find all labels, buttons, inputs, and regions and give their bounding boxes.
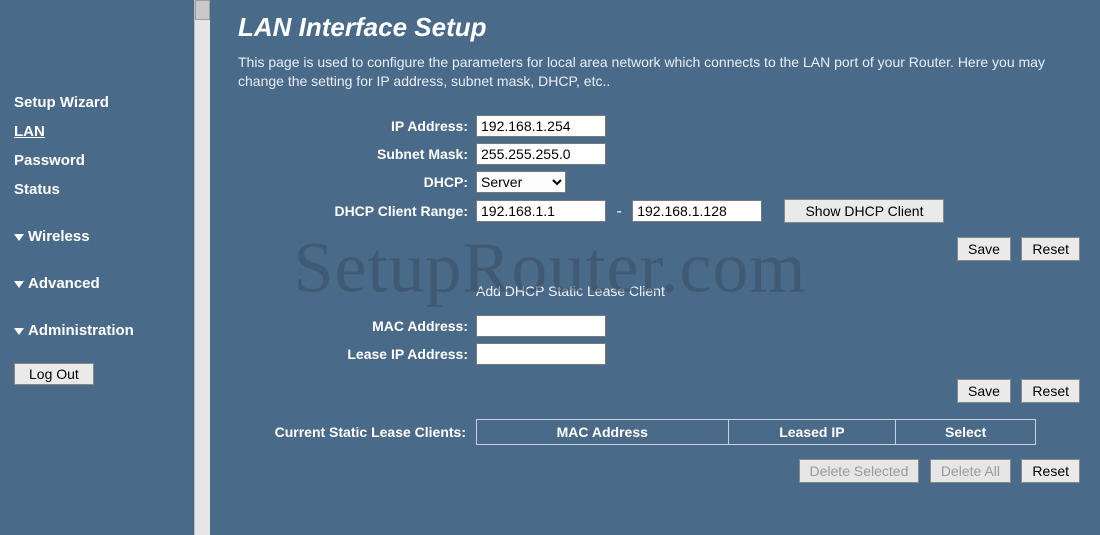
sidebar: Setup Wizard LAN Password Status Wireles… [0,0,210,535]
sidebar-scrollbar-thumb[interactable] [195,0,210,20]
nav-group-administration[interactable]: Administration [14,316,196,345]
page-title: LAN Interface Setup [238,12,1080,43]
nav-password[interactable]: Password [14,146,196,175]
nav-setup-wizard[interactable]: Setup Wizard [14,88,196,117]
col-mac-header: MAC Address [477,419,729,444]
logout-button[interactable]: Log Out [14,363,94,385]
delete-selected-button[interactable]: Delete Selected [799,459,920,483]
nav-group-advanced-label: Advanced [28,275,100,292]
dhcp-range-separator: - [610,203,627,220]
lease-ip-input[interactable] [476,343,606,365]
col-select-header: Select [896,419,1036,444]
current-clients-buttons: Delete Selected Delete All Reset [238,459,1080,483]
current-clients-label: Current Static Lease Clients: [238,419,476,445]
dhcp-range-label: DHCP Client Range: [238,199,476,223]
app-layout: Setup Wizard LAN Password Status Wireles… [0,0,1100,535]
subnet-mask-input[interactable] [476,143,606,165]
ip-address-input[interactable] [476,115,606,137]
static-lease-form: Add DHCP Static Lease Client MAC Address… [238,277,1080,371]
nav-group-wireless-label: Wireless [28,228,90,245]
mac-address-label: MAC Address: [238,315,476,337]
main-content: LAN Interface Setup This page is used to… [210,0,1100,535]
static-lease-section-title: Add DHCP Static Lease Client [476,283,1080,299]
dhcp-range-to-input[interactable] [632,200,762,222]
nav-group-administration-label: Administration [28,322,134,339]
show-dhcp-client-button[interactable]: Show DHCP Client [784,199,944,223]
static-lease-save-button[interactable]: Save [957,379,1011,403]
page-description: This page is used to configure the param… [238,53,1080,91]
nav-group-advanced[interactable]: Advanced [14,269,196,298]
lan-form-buttons: Save Reset [238,237,1080,261]
lan-form: IP Address: Subnet Mask: DHCP: Server [238,109,1080,229]
sidebar-scrollbar[interactable] [194,0,210,535]
nav-lan[interactable]: LAN [14,117,196,146]
mac-address-input[interactable] [476,315,606,337]
dhcp-range-from-input[interactable] [476,200,606,222]
static-lease-reset-button[interactable]: Reset [1021,379,1080,403]
current-clients-table: MAC Address Leased IP Select [476,419,1036,445]
current-clients-row: Current Static Lease Clients: MAC Addres… [238,419,1080,445]
delete-all-button[interactable]: Delete All [930,459,1011,483]
lease-ip-label: Lease IP Address: [238,343,476,365]
lan-save-button[interactable]: Save [957,237,1011,261]
chevron-down-icon [14,234,24,241]
lan-reset-button[interactable]: Reset [1021,237,1080,261]
static-lease-buttons: Save Reset [238,379,1080,403]
nav-group-wireless[interactable]: Wireless [14,222,196,251]
col-leased-ip-header: Leased IP [728,419,896,444]
subnet-mask-label: Subnet Mask: [238,143,476,165]
dhcp-label: DHCP: [238,171,476,193]
nav-status[interactable]: Status [14,175,196,204]
current-clients-reset-button[interactable]: Reset [1021,459,1080,483]
ip-address-label: IP Address: [238,115,476,137]
dhcp-mode-select[interactable]: Server [476,171,566,193]
chevron-down-icon [14,281,24,288]
chevron-down-icon [14,328,24,335]
